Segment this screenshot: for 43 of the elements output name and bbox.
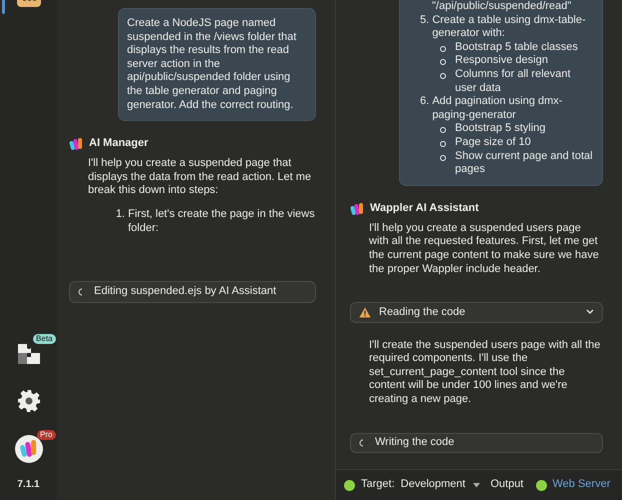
web-server-link[interactable]: Web Server xyxy=(552,478,610,492)
caret-icon[interactable] xyxy=(473,482,480,488)
status-dot xyxy=(536,480,546,490)
list-item-text: Responsive design xyxy=(455,54,548,68)
message-text: I'll help you create a suspended users page with all the requested features. First, let me get the current page content to make sure we have the proper Wappler include header. xyxy=(369,222,600,276)
target-label: Target: xyxy=(361,478,395,492)
puzzle-icon[interactable] xyxy=(16,341,40,366)
tool-status-bar[interactable]: Reading the code xyxy=(350,302,603,323)
list-number: 6. xyxy=(420,95,430,110)
tool-status-bar[interactable]: Writing the code xyxy=(350,432,603,453)
message-text: "/api/public/suspended/read" xyxy=(431,0,572,14)
output-tab[interactable]: Output xyxy=(490,478,524,492)
target-dropdown[interactable]: Development xyxy=(400,478,466,492)
message-text: I'll help you create a suspended page that displays the data from the read action. Let me break this down into steps: xyxy=(88,157,312,198)
list-number: 5. xyxy=(420,14,430,28)
list-item-text: Create a table using dmx-table-generator with: xyxy=(432,14,587,41)
list-item-text: Columns for all relevant user data xyxy=(455,68,572,96)
sender-name: Wappler AI Assistant xyxy=(370,202,479,216)
bullet-icon xyxy=(440,127,446,134)
plan-badge: Beta xyxy=(33,334,56,344)
bullet-icon xyxy=(440,59,446,66)
list-item-text: Show current page and total pages xyxy=(455,150,594,177)
logo-icon xyxy=(69,137,83,152)
bullet-icon xyxy=(440,154,446,161)
message-text: I'll create the suspended users page with all the required components. I'll use the set_current_page_content tool since the content will be under 100 lines and we're creating a new page. xyxy=(369,338,602,407)
plan-badge: Pro xyxy=(37,430,56,440)
bullet-icon xyxy=(440,140,446,147)
bullet-icon xyxy=(440,72,446,79)
list-item-text: Bootstrap 5 table classes xyxy=(455,40,578,54)
list-item-text: Page size of 10 xyxy=(455,136,531,150)
logo-icon xyxy=(350,202,364,216)
version-label: 7.1.1 xyxy=(17,478,40,492)
status-dot xyxy=(344,480,355,490)
list-item-text: First, let's create the page in the views folder: xyxy=(128,208,316,236)
list-number: 1. xyxy=(114,208,126,222)
settings-icon[interactable] xyxy=(16,389,40,414)
list-item-text: Bootstrap 5 styling xyxy=(455,122,546,136)
chevron-down-icon[interactable] xyxy=(586,309,594,316)
tool-status-bar[interactable]: Editing suspended.ejs by AI Assistant xyxy=(69,281,316,304)
sender-name: AI Manager xyxy=(89,137,148,151)
message-text: Create a NodeJS page named suspended in the /views folder that displays the results from the read server action in the api/public/suspended folder using the table generator and paging generator. Add the correct routing. xyxy=(127,17,298,112)
bullet-icon xyxy=(440,46,446,52)
list-item-text: Add pagination using dmx-paging-generator xyxy=(432,95,564,122)
